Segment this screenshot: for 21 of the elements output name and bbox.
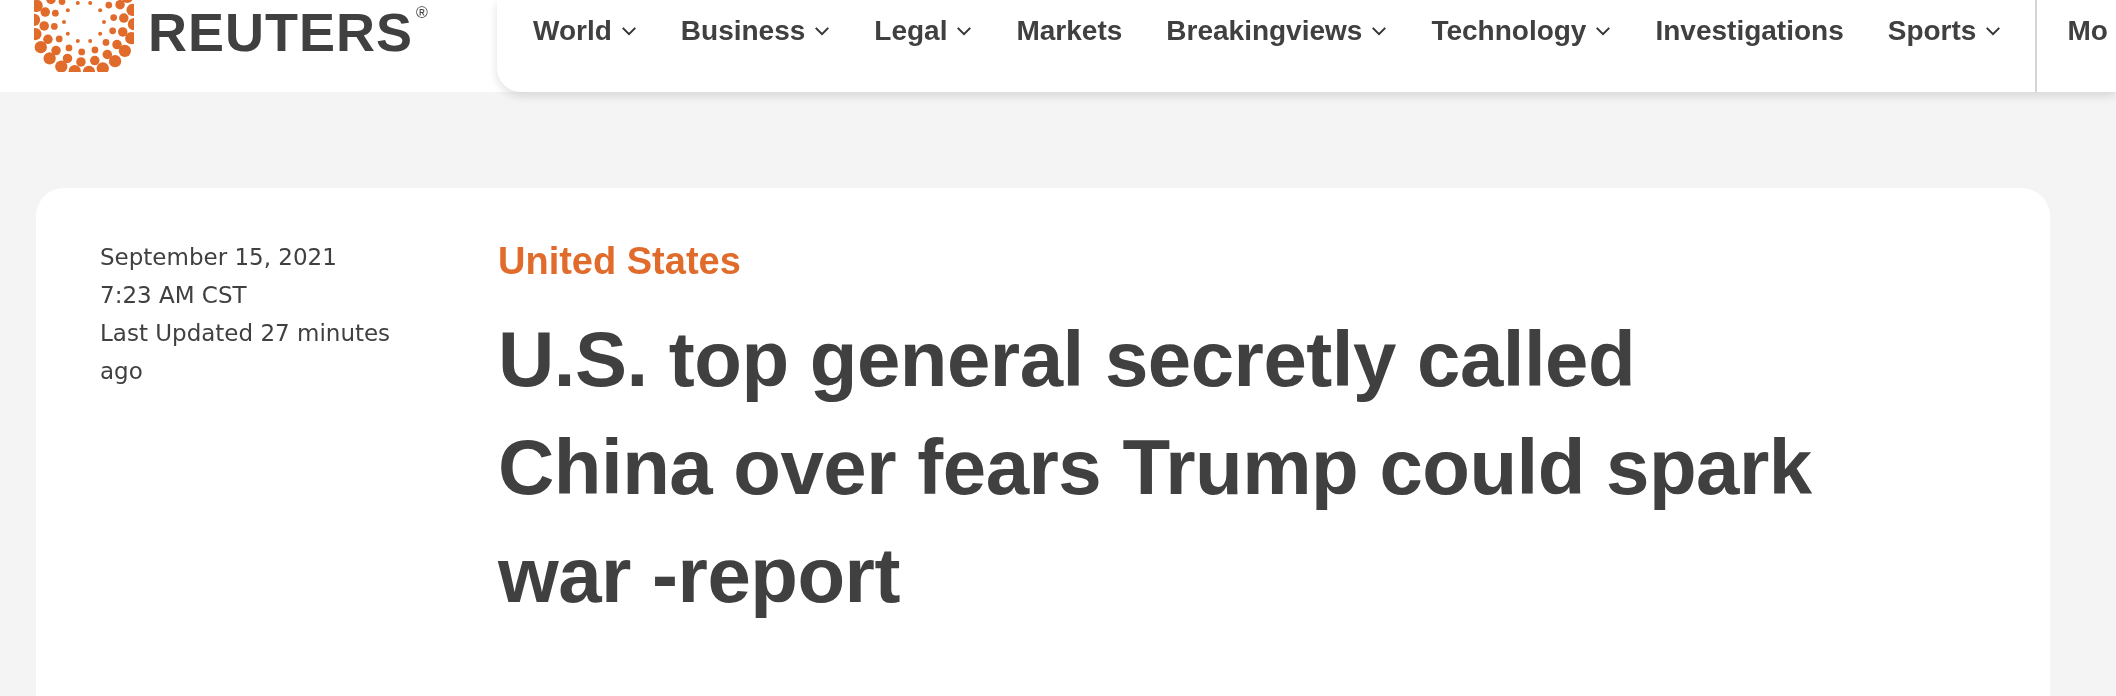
- chevron-down-icon: [1985, 26, 2002, 36]
- headline: U.S. top general secretly called China over fears Trump could spark war -report: [498, 314, 1813, 621]
- nav-link[interactable]: World: [533, 0, 637, 62]
- nav-link[interactable]: Technology: [1431, 0, 1612, 62]
- nav-link[interactable]: Markets: [1016, 0, 1123, 62]
- nav-link[interactable]: Legal: [874, 0, 973, 62]
- logo-wordmark[interactable]: REUTERS$^{®}$: [148, 5, 429, 59]
- nav-link[interactable]: Business: [680, 0, 831, 62]
- chevron-down-icon: [620, 26, 637, 36]
- chevron-down-icon: [1371, 26, 1388, 36]
- publish-time: 7:23 AM CST: [100, 281, 248, 310]
- last-updated: Last Updated 27 minutes ago: [100, 319, 392, 386]
- nav-link[interactable]: Investigations: [1655, 0, 1844, 62]
- chevron-down-icon: [956, 26, 973, 36]
- nav-link[interactable]: Sports: [1887, 0, 2002, 62]
- chevron-down-icon: [1595, 26, 1612, 36]
- chevron-down-icon: [814, 26, 831, 36]
- publish-date: September 15, 2021: [100, 243, 338, 272]
- logo-icon: [34, 0, 134, 72]
- nav-link[interactable]: Mo: [2067, 0, 2108, 62]
- nav-link[interactable]: Breakingviews: [1166, 0, 1388, 62]
